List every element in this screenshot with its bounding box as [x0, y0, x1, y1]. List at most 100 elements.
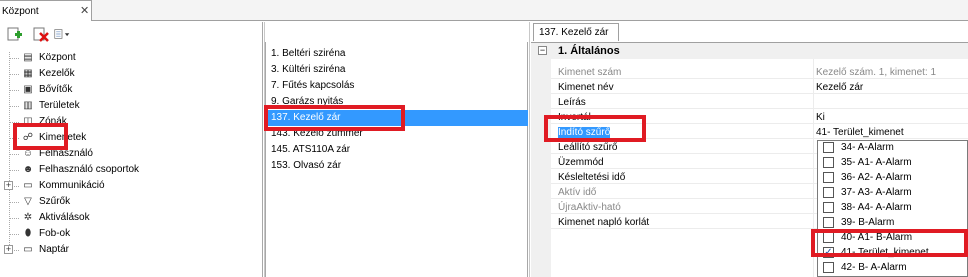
- tree-item-label: Felhasználó csoportok: [39, 164, 140, 175]
- filter-option[interactable]: 36- A2- A-Alarm: [818, 170, 967, 185]
- tab-kozpont-label: Központ: [2, 6, 39, 17]
- property-name: Aktív idő: [558, 187, 597, 198]
- filter-option-checkbox[interactable]: [823, 142, 834, 153]
- list-item-label: 7. Fűtés kapcsolás: [271, 80, 355, 91]
- tree-item-label: Aktiválások: [39, 212, 90, 223]
- document-tab-strip: Központ ✕: [0, 0, 968, 21]
- outputs-list: 1. Beltéri sziréna 3. Kültéri sziréna 7. F…: [265, 42, 528, 277]
- list-item[interactable]: 3. Kültéri sziréna: [266, 62, 528, 78]
- tree-toolbar: [0, 22, 263, 46]
- list-item[interactable]: 7. Fűtés kapcsolás: [266, 78, 528, 94]
- list-item[interactable]: 1. Beltéri sziréna: [266, 46, 528, 62]
- highlight-indito-szuro: [544, 115, 646, 142]
- property-name: Üzemmód: [558, 157, 604, 168]
- tree-item[interactable]: ▽ Szűrők: [0, 194, 260, 210]
- property-name: Kimenet szám: [558, 67, 622, 78]
- filter-option[interactable]: 35- A1- A-Alarm: [818, 155, 967, 170]
- property-name: Leállító szűrő: [558, 142, 618, 153]
- property-row[interactable]: Kimenet szám Kezelő szám. 1, kimenet: 1: [551, 66, 968, 79]
- tree-connector: [9, 58, 19, 59]
- property-name: Kimenet név: [558, 82, 614, 93]
- tree-connector: [9, 202, 19, 203]
- tree-item-label: Naptár: [39, 244, 70, 255]
- highlight-selected-output: [264, 105, 405, 131]
- section-title: 1. Általános: [558, 45, 620, 57]
- property-value[interactable]: 41- Terület_kimenet: [816, 127, 904, 138]
- area-icon: ▥: [23, 100, 33, 111]
- property-section-header[interactable]: − 1. Általános: [531, 43, 968, 59]
- filter-option-label: 34- A-Alarm: [841, 142, 894, 153]
- property-value[interactable]: Kezelő szám. 1, kimenet: 1: [816, 67, 936, 78]
- expand-icon[interactable]: +: [4, 245, 13, 254]
- filter-icon: ▽: [24, 196, 32, 207]
- list-item[interactable]: 153. Olvasó zár: [266, 158, 528, 174]
- list-item-label: 3. Kültéri sziréna: [271, 64, 346, 75]
- filter-option-checkbox[interactable]: [823, 217, 834, 228]
- list-item[interactable]: 145. ATS110A zár: [266, 142, 528, 158]
- tree-item[interactable]: + ▭ Kommunikáció: [0, 178, 260, 194]
- property-value[interactable]: Ki: [816, 112, 825, 123]
- filter-option-label: 38- A4- A-Alarm: [841, 202, 912, 213]
- tree-connector: [9, 154, 19, 155]
- filter-option[interactable]: 39- B-Alarm: [818, 215, 967, 230]
- property-row[interactable]: Leírás: [551, 96, 968, 109]
- tree-item-label: Területek: [39, 100, 80, 111]
- close-icon[interactable]: ✕: [80, 4, 89, 17]
- filter-option-label: 37- A3- A-Alarm: [841, 187, 912, 198]
- tree-item[interactable]: ▤ Központ: [0, 50, 260, 66]
- folder-icon: ▭: [23, 244, 33, 255]
- expand-icon[interactable]: +: [4, 181, 13, 190]
- tree-connector: [9, 234, 19, 235]
- gear-icon: ✲: [23, 212, 33, 223]
- tab-kozpont[interactable]: Központ ✕: [0, 0, 92, 21]
- delete-icon[interactable]: [33, 26, 49, 42]
- panel-icon: ▤: [23, 52, 33, 63]
- tree-item[interactable]: ▣ Bővítők: [0, 82, 260, 98]
- filter-option-checkbox[interactable]: [823, 262, 834, 273]
- splitter[interactable]: [529, 22, 530, 277]
- property-name: ÚjraAktiv-ható: [558, 202, 621, 213]
- tree-connector: [9, 106, 19, 107]
- highlight-filter-41: [811, 229, 968, 257]
- property-gutter: [531, 59, 551, 277]
- tree-item[interactable]: ⬮ Fob-ok: [0, 226, 260, 242]
- tree-connector: [9, 170, 19, 171]
- filter-option-label: 36- A2- A-Alarm: [841, 172, 912, 183]
- property-row[interactable]: Kimenet név Kezelő zár: [551, 81, 968, 94]
- filter-option-checkbox[interactable]: [823, 187, 834, 198]
- filter-option[interactable]: 38- A4- A-Alarm: [818, 200, 967, 215]
- filter-option[interactable]: 42- B- A-Alarm: [818, 260, 967, 275]
- tree-item[interactable]: ▦ Kezelők: [0, 66, 260, 82]
- filter-option[interactable]: 37- A3- A-Alarm: [818, 185, 967, 200]
- add-icon[interactable]: [7, 26, 23, 42]
- tree-item[interactable]: ☻ Felhasználó csoportok: [0, 162, 260, 178]
- property-name: Kimenet napló korlát: [558, 217, 650, 228]
- property-name: Leírás: [558, 97, 586, 108]
- fob-icon: ⬮: [24, 228, 32, 239]
- filter-option-checkbox[interactable]: [823, 202, 834, 213]
- tree-item-label: Központ: [39, 52, 76, 63]
- tree-item[interactable]: ✲ Aktiválások: [0, 210, 260, 226]
- filter-option[interactable]: 34- A-Alarm: [818, 141, 967, 155]
- tab-output-properties[interactable]: 137. Kezelő zár: [533, 23, 619, 41]
- tree-item-label: Bővítők: [39, 84, 73, 95]
- tree-item-label: Szűrők: [39, 196, 71, 207]
- tree-connector: [9, 218, 19, 219]
- expander-icon: ▣: [23, 84, 33, 95]
- tree-item[interactable]: + ▭ Naptár: [0, 242, 260, 258]
- list-item-label: 153. Olvasó zár: [271, 160, 342, 171]
- menu-icon[interactable]: [54, 26, 70, 42]
- keypad-icon: ▦: [23, 68, 33, 79]
- tree-item-label: Kommunikáció: [39, 180, 105, 191]
- tree-item-label: Kezelők: [39, 68, 75, 79]
- tab-output-properties-label: 137. Kezelő zár: [539, 27, 609, 38]
- property-value[interactable]: Kezelő zár: [816, 82, 863, 93]
- tree-item[interactable]: ▥ Területek: [0, 98, 260, 114]
- tree-item-label: Fob-ok: [39, 228, 71, 239]
- tree-connector: [9, 74, 19, 75]
- collapse-icon[interactable]: −: [538, 46, 547, 55]
- filter-option-checkbox[interactable]: [823, 157, 834, 168]
- filter-option-checkbox[interactable]: [823, 172, 834, 183]
- filter-option-label: 42- B- A-Alarm: [841, 262, 907, 273]
- folder-icon: ▭: [23, 180, 33, 191]
